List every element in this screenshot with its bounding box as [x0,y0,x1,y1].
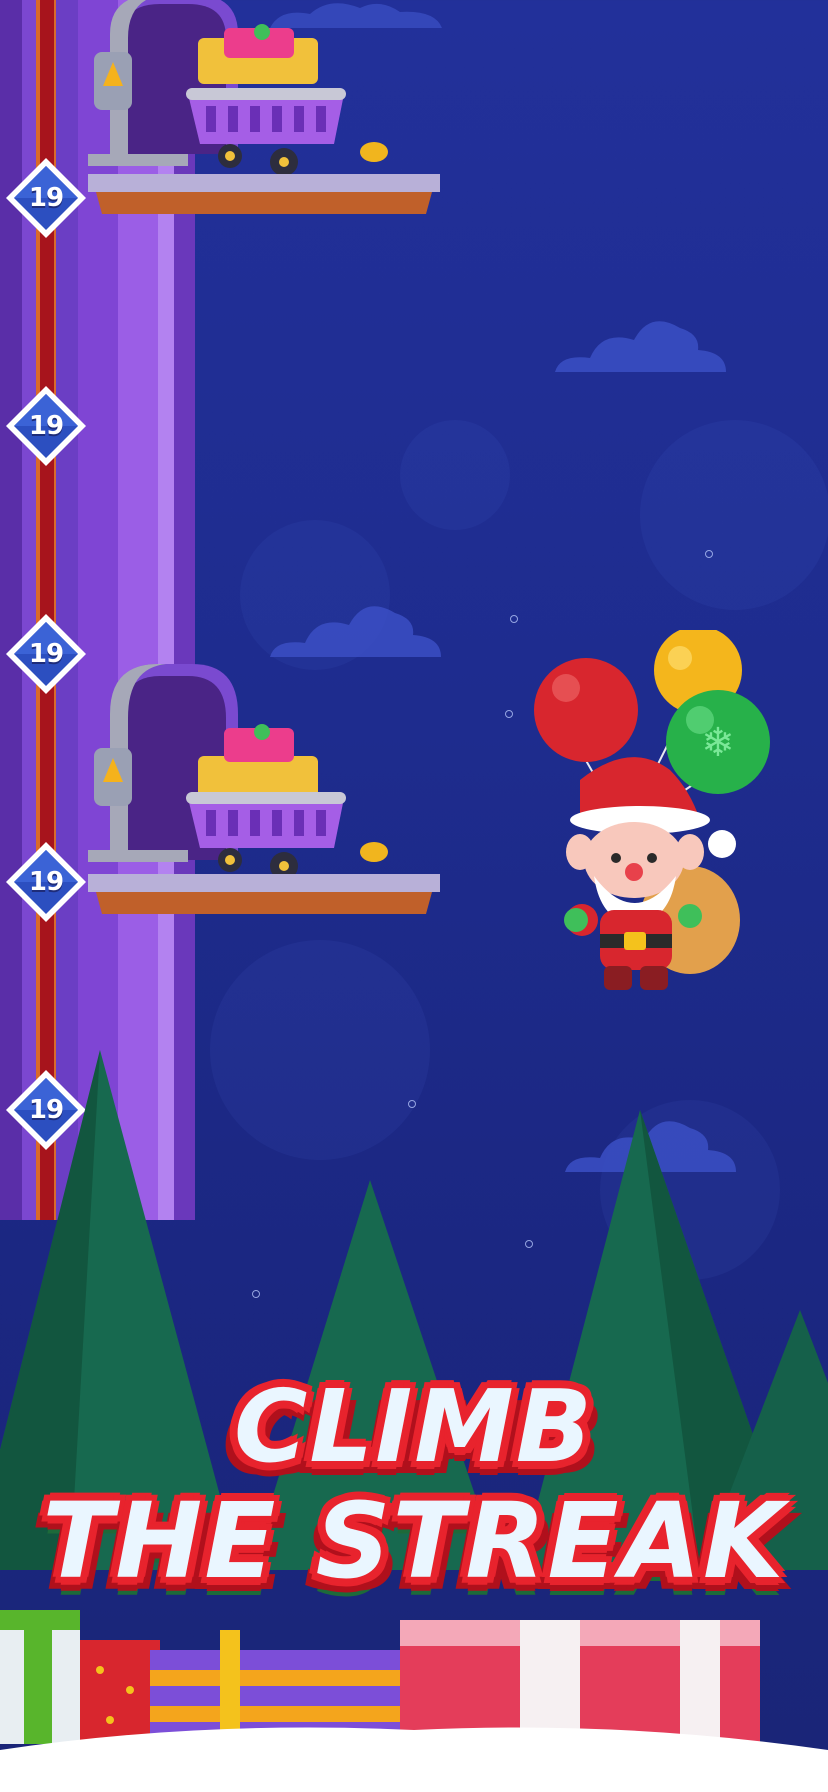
sparkle-icon [510,615,518,623]
level-badge[interactable]: 19 [2,838,90,926]
level-badge[interactable]: 19 [2,610,90,698]
elevator-stop [88,0,448,214]
floor-platform [88,874,440,914]
elevator-stop [88,660,448,914]
level-number: 19 [28,411,64,441]
title-line-1: CLIMB [233,1368,595,1485]
level-number: 19 [28,639,64,669]
promo-title: CLIMB THE STREAK [0,1320,828,1660]
level-number: 19 [28,183,64,213]
floor-platform [88,174,440,214]
cloud-icon [555,321,726,372]
sparkle-icon [505,710,513,718]
sparkle-icon [705,550,713,558]
title-line-2: THE STREAK [42,1480,786,1602]
streak-tower: 19 19 19 19 19 [0,0,440,1220]
santa-balloon-character: ❄ [534,630,770,990]
cloud-icon [270,606,441,657]
level-badge[interactable]: 19 [2,154,90,242]
svg-text:❄: ❄ [701,720,735,766]
level-number: 19 [28,867,64,897]
level-badge[interactable]: 19 [2,382,90,470]
